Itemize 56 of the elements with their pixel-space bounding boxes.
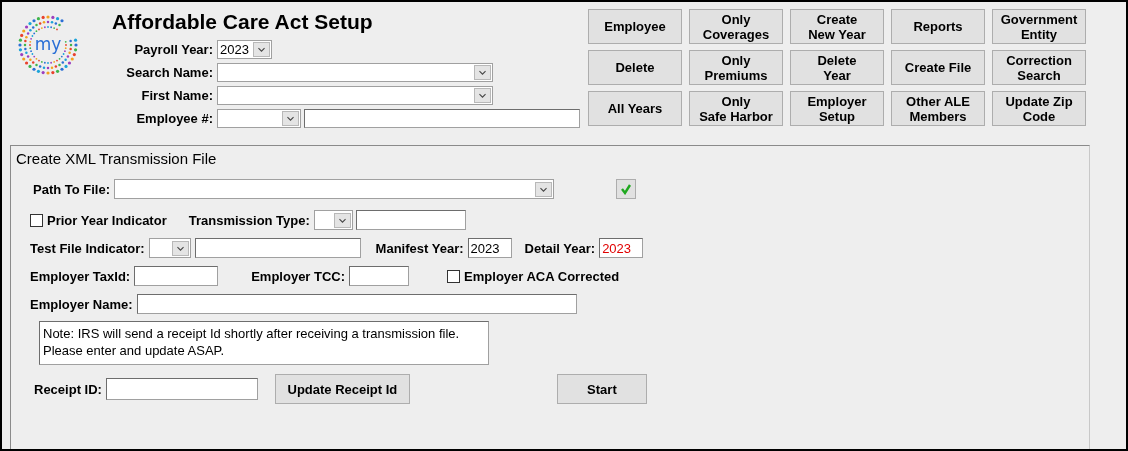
confirm-button[interactable] bbox=[616, 179, 637, 199]
checkbox[interactable] bbox=[447, 269, 461, 283]
action-button[interactable]: Update Zip Code bbox=[992, 91, 1086, 126]
field-label: Employee #: bbox=[135, 111, 214, 126]
field-label: Test File Indicator: bbox=[30, 240, 145, 256]
action-button[interactable]: Employee bbox=[588, 9, 682, 44]
action-button[interactable]: Create File bbox=[891, 50, 985, 85]
tcc-field[interactable] bbox=[349, 266, 410, 286]
tax-id-field[interactable] bbox=[134, 266, 219, 286]
action-button[interactable]: Reports bbox=[891, 9, 985, 44]
employee-number-field[interactable] bbox=[304, 109, 580, 128]
action-button[interactable]: Only Safe Harbor bbox=[689, 91, 783, 126]
action-button[interactable]: Employer Setup bbox=[790, 91, 884, 126]
update-receipt-button[interactable]: Update Receipt Id bbox=[274, 374, 410, 404]
field-label: Employer TCC: bbox=[251, 268, 346, 284]
panel-title: Create XML Transmission File bbox=[16, 150, 218, 169]
checkbox-label: Prior Year Indicator bbox=[47, 212, 167, 228]
type-field[interactable] bbox=[355, 210, 466, 230]
field-label: Detail Year: bbox=[524, 240, 596, 256]
first-name-dropdown[interactable] bbox=[217, 86, 493, 105]
checkbox[interactable] bbox=[30, 213, 43, 227]
employee-number-dropdown[interactable] bbox=[217, 109, 301, 128]
test-file-dropdown[interactable] bbox=[148, 238, 191, 258]
action-button[interactable]: Delete bbox=[588, 50, 682, 85]
page-title: Affordable Care Act Setup bbox=[112, 10, 374, 35]
field-label: Employer Name: bbox=[30, 296, 133, 312]
test-file-field[interactable] bbox=[194, 238, 361, 258]
checkbox-label: Employer ACA Corrected bbox=[464, 268, 620, 284]
employer-name-field[interactable] bbox=[136, 294, 577, 314]
year-dropdown[interactable]: 2023 bbox=[217, 40, 272, 59]
field-label: Receipt ID: bbox=[34, 381, 102, 397]
start-button[interactable]: Start bbox=[556, 374, 647, 404]
field-label: Transmission Type: bbox=[188, 212, 310, 228]
receipt-id-field[interactable] bbox=[105, 378, 258, 400]
action-button[interactable]: Create New Year bbox=[790, 9, 884, 44]
field-label: Employer TaxId: bbox=[30, 268, 131, 284]
action-button[interactable]: Only Premiums bbox=[689, 50, 783, 85]
type-dropdown[interactable] bbox=[313, 210, 353, 230]
field-label: First Name: bbox=[140, 88, 214, 103]
action-button[interactable]: Other ALE Members bbox=[891, 91, 985, 126]
checkmark-icon bbox=[620, 183, 633, 195]
path-dropdown[interactable] bbox=[114, 179, 555, 199]
action-button[interactable]: Delete Year bbox=[790, 50, 884, 85]
company-logo: my bbox=[17, 14, 79, 76]
field-label: Payroll Year: bbox=[133, 42, 214, 57]
field-label: Path To File: bbox=[33, 181, 111, 197]
action-button[interactable]: Only Coverages bbox=[689, 9, 783, 44]
detail-year-field[interactable]: 2023 bbox=[599, 238, 644, 258]
manifest-year-field[interactable]: 2023 bbox=[467, 238, 512, 258]
action-button[interactable]: Correction Search bbox=[992, 50, 1086, 85]
search-name-dropdown[interactable] bbox=[217, 63, 493, 82]
note-text: Note: IRS will send a receipt Id shortly after receiving a transmission file. Please enter and update ASAP. bbox=[39, 321, 489, 365]
action-button[interactable]: Government Entity bbox=[992, 9, 1086, 44]
field-label: Search Name: bbox=[125, 65, 214, 80]
action-button[interactable]: All Years bbox=[588, 91, 682, 126]
field-label: Manifest Year: bbox=[375, 240, 464, 256]
